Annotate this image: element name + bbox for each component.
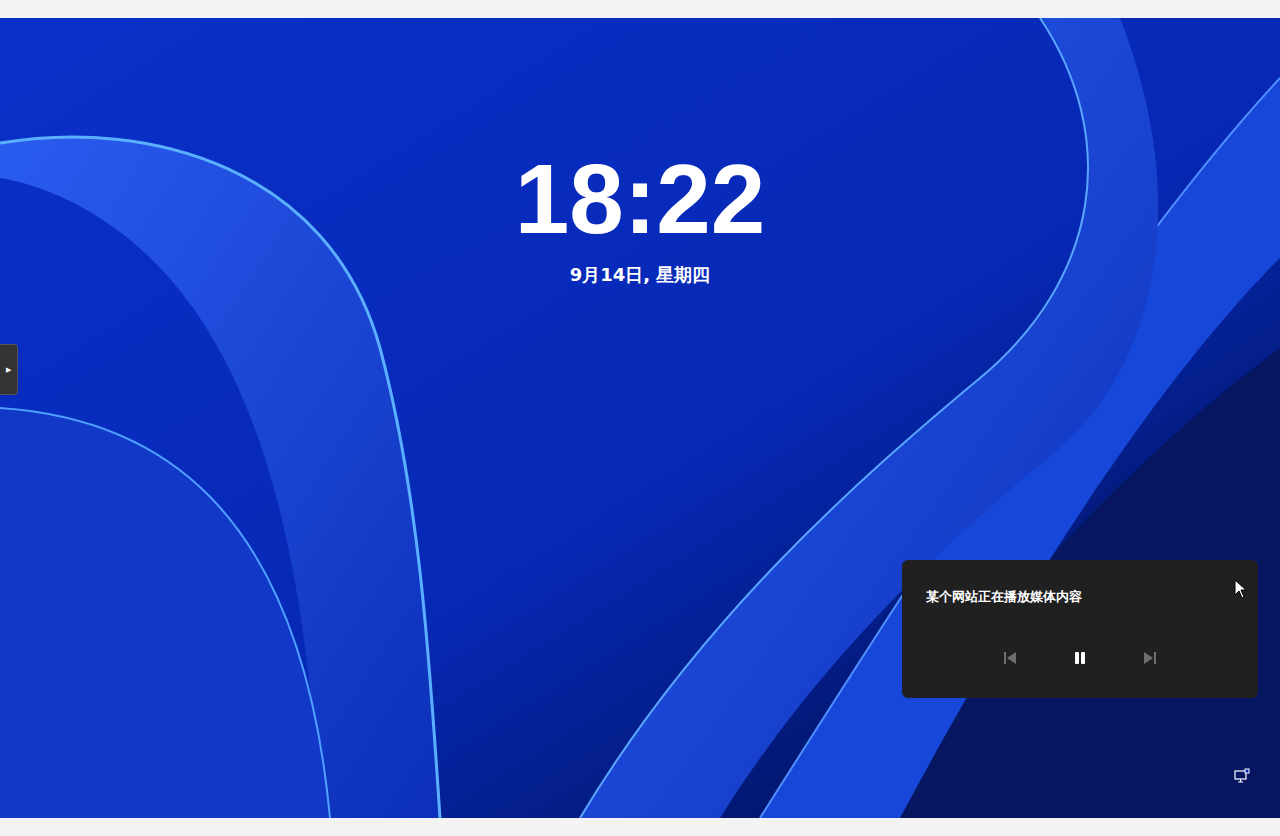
- previous-icon: [1002, 650, 1018, 666]
- lock-screen: 18:22 9月14日, 星期四 ▶ 某个网站正在播放媒体内容: [0, 18, 1280, 818]
- mouse-cursor-icon: [1234, 579, 1248, 599]
- side-tab[interactable]: ▶: [0, 344, 18, 395]
- lock-clock: 18:22 9月14日, 星期四: [0, 18, 1280, 285]
- clock-time: 18:22: [515, 146, 766, 254]
- media-controls: [926, 642, 1234, 674]
- previous-button: [990, 642, 1030, 674]
- network-icon[interactable]: [1234, 768, 1250, 784]
- playpause-button[interactable]: [1060, 642, 1100, 674]
- next-icon: [1142, 650, 1158, 666]
- media-title: 某个网站正在播放媒体内容: [926, 589, 1234, 606]
- clock-date: 9月14日, 星期四: [570, 264, 711, 286]
- browser-frame: 18:22 9月14日, 星期四 ▶ 某个网站正在播放媒体内容: [0, 0, 1280, 836]
- media-panel: 某个网站正在播放媒体内容: [902, 560, 1258, 698]
- pause-icon: [1072, 650, 1088, 666]
- next-button: [1130, 642, 1170, 674]
- wallpaper-bloom: [0, 18, 1280, 818]
